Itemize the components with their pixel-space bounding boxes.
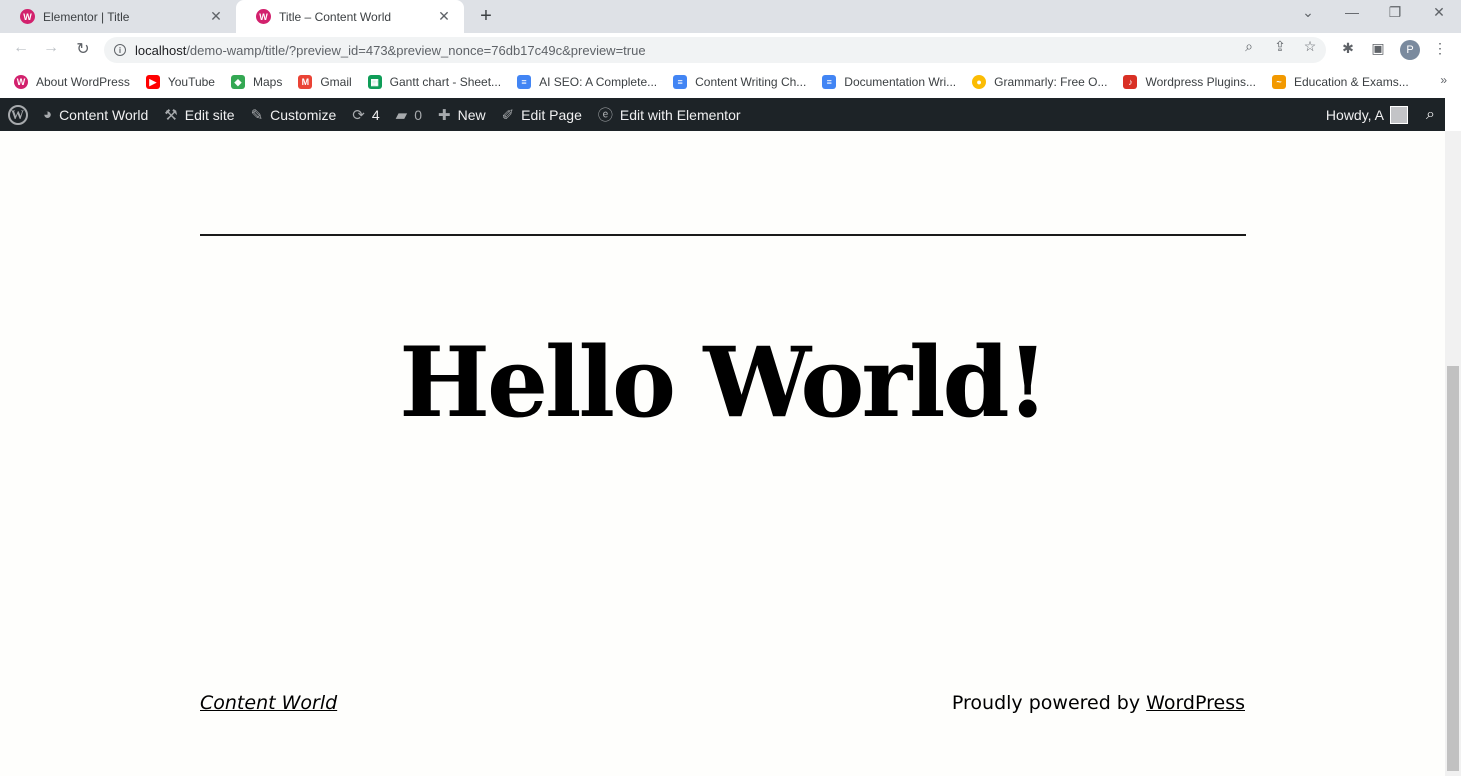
page-content: Hello World! Content World Proudly power…: [0, 131, 1445, 776]
admin-edit-site[interactable]: ⚒ Edit site: [156, 98, 242, 131]
close-window-icon[interactable]: ✕: [1427, 4, 1451, 21]
page-scrollbar[interactable]: [1445, 131, 1461, 776]
bookmark-education[interactable]: ~ Education & Exams...: [1271, 75, 1409, 89]
wordpress-icon: W: [20, 9, 35, 24]
reload-icon[interactable]: ↻: [72, 39, 94, 59]
admin-search-icon[interactable]: ⌕: [1416, 98, 1445, 131]
tab-title: Elementor | Title: [43, 9, 130, 24]
admin-edit-page[interactable]: ✐ Edit Page: [494, 98, 590, 131]
bookmark-gmail[interactable]: M Gmail: [298, 75, 352, 89]
footer-site-link[interactable]: Content World: [200, 692, 337, 714]
education-icon: ~: [1271, 75, 1286, 89]
bookmark-grammarly[interactable]: ● Grammarly: Free O...: [972, 75, 1107, 89]
bookmark-ai-seo[interactable]: ≡ AI SEO: A Complete...: [517, 75, 657, 89]
comment-icon: ▰: [395, 106, 408, 124]
tab-content-world[interactable]: W Title – Content World ✕: [236, 0, 464, 33]
bookmark-label: Gantt chart - Sheet...: [389, 75, 502, 89]
menu-icon[interactable]: ⋮: [1431, 40, 1449, 57]
bookmark-label: Maps: [252, 75, 283, 89]
bookmark-label: Education & Exams...: [1293, 75, 1409, 89]
admin-new[interactable]: ✚ New: [430, 98, 494, 131]
footer-wordpress-link[interactable]: WordPress: [1146, 692, 1245, 714]
share-icon[interactable]: ⇪: [1270, 38, 1290, 55]
bookmarks-bar: W About WordPress ▶ YouTube ◆ Maps M Gmail ▦…: [0, 67, 1461, 97]
wordpress-icon: W: [256, 9, 271, 24]
bookmark-label: About WordPress: [36, 75, 130, 89]
restore-icon[interactable]: ❐: [1383, 4, 1407, 21]
bookmark-label: AI SEO: A Complete...: [539, 75, 658, 89]
forward-icon[interactable]: →: [40, 39, 62, 57]
avatar: [1390, 105, 1409, 124]
sheets-icon: ▦: [367, 75, 382, 89]
wordpress-icon: W: [14, 75, 28, 89]
bookmark-youtube[interactable]: ▶ YouTube: [145, 75, 215, 89]
bookmark-label: Content Writing Ch...: [695, 75, 807, 89]
header-separator: [200, 234, 1246, 236]
docs-icon: ≡: [517, 75, 532, 89]
elementor-icon: ⓔ: [597, 107, 613, 124]
tab-strip: W Elementor | Title ✕ W Title – Content …: [0, 0, 1461, 33]
admin-site-name[interactable]: ◕ Content World: [35, 98, 156, 131]
bookmark-label: Documentation Wri...: [844, 75, 957, 89]
dashboard-icon: ◕: [43, 106, 53, 123]
side-panel-icon[interactable]: ▣: [1369, 40, 1387, 57]
bookmark-label: Wordpress Plugins...: [1145, 75, 1256, 89]
bookmark-content-writing[interactable]: ≡ Content Writing Ch...: [673, 75, 806, 89]
bookmark-gantt-chart[interactable]: ▦ Gantt chart - Sheet...: [367, 75, 502, 89]
url-host: localhost: [135, 42, 187, 58]
admin-comments[interactable]: ▰ 0: [388, 98, 430, 131]
url-path: /demo-wamp/title/?preview_id=473&preview…: [186, 42, 646, 58]
admin-updates[interactable]: ⟳ 4: [344, 98, 387, 131]
minimize-icon[interactable]: —: [1340, 4, 1364, 20]
close-icon[interactable]: ✕: [436, 8, 452, 25]
address-bar[interactable]: i localhost/demo-wamp/title/?preview_id=…: [104, 37, 1326, 63]
bookmark-documentation[interactable]: ≡ Documentation Wri...: [822, 75, 956, 89]
bookmark-wordpress-plugins[interactable]: ♪ Wordpress Plugins...: [1123, 75, 1256, 89]
pencil-icon: ✐: [501, 106, 515, 124]
admin-edit-elementor[interactable]: ⓔ Edit with Elementor: [590, 98, 749, 131]
chrome-store-icon: ●: [972, 75, 987, 89]
extensions-icon[interactable]: ✱: [1339, 40, 1357, 57]
brush-icon: ✎: [250, 106, 264, 124]
bookmarks-overflow-icon[interactable]: »: [1440, 73, 1447, 87]
close-icon[interactable]: ✕: [208, 8, 224, 25]
plugins-icon: ♪: [1123, 75, 1138, 89]
wp-admin-bar: W ◕ Content World ⚒ Edit site ✎ Customize ⟳…: [0, 98, 1445, 131]
updates-icon: ⟳: [352, 106, 365, 124]
maps-icon: ◆: [230, 75, 245, 89]
zoom-icon[interactable]: ⌕: [1239, 38, 1259, 55]
scrollbar-thumb[interactable]: [1447, 366, 1459, 771]
page-title: Hello World!: [399, 326, 1049, 439]
docs-icon: ≡: [822, 75, 837, 89]
bookmark-star-icon[interactable]: ☆: [1300, 38, 1320, 55]
bookmark-maps[interactable]: ◆ Maps: [230, 75, 283, 89]
back-icon[interactable]: ←: [10, 39, 32, 57]
gmail-icon: M: [298, 75, 313, 89]
bookmark-about-wordpress[interactable]: W About WordPress: [14, 75, 130, 89]
bookmark-label: YouTube: [167, 75, 215, 89]
tab-title: Title – Content World: [279, 9, 392, 24]
tab-elementor[interactable]: W Elementor | Title ✕: [0, 0, 236, 33]
bookmark-label: Grammarly: Free O...: [994, 75, 1108, 89]
hammer-icon: ⚒: [164, 106, 178, 124]
bookmark-label: Gmail: [320, 75, 352, 89]
docs-icon: ≡: [673, 75, 688, 89]
footer-credit: Proudly powered by WordPress: [951, 692, 1245, 714]
wp-logo-icon[interactable]: W: [0, 98, 35, 131]
tab-search-icon[interactable]: ⌄: [1296, 4, 1320, 21]
site-info-icon[interactable]: i: [114, 44, 126, 56]
profile-avatar[interactable]: P: [1400, 40, 1420, 60]
new-tab-icon[interactable]: +: [476, 5, 496, 28]
youtube-icon: ▶: [145, 75, 160, 89]
admin-customize[interactable]: ✎ Customize: [243, 98, 345, 131]
plus-icon: ✚: [438, 106, 451, 124]
admin-account[interactable]: Howdy, A: [1318, 98, 1416, 131]
